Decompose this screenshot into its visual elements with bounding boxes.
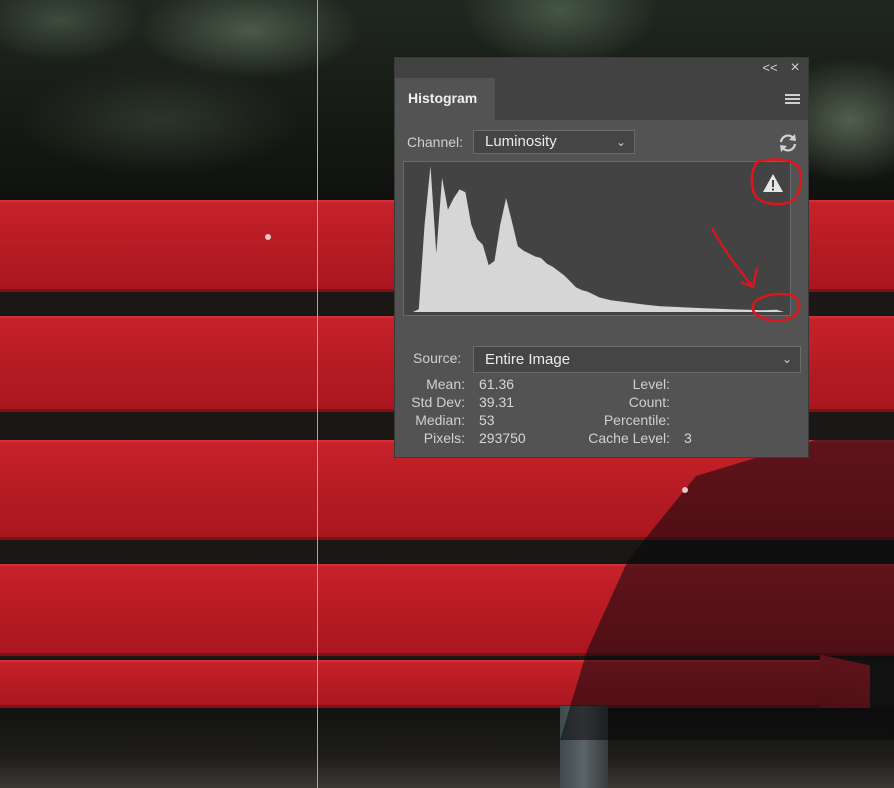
pixels-value: 293750 [479,430,526,446]
channel-dropdown[interactable]: Luminosity ⌄ [473,130,635,154]
refresh-icon[interactable] [777,132,799,154]
median-value: 53 [479,412,495,428]
double-chevron-left-icon[interactable]: << [761,59,779,77]
histogram-panel[interactable]: << × Histogram Channel: Luminosity ⌄ Sou… [394,57,809,458]
hamburger-menu-icon[interactable] [785,94,800,105]
cache-level-label: Cache Level: [588,430,670,446]
histogram-area [413,166,784,312]
channel-value: Luminosity [485,133,557,150]
mean-label: Mean: [426,376,465,392]
std-dev-value: 39.31 [479,394,515,410]
source-value: Entire Image [485,351,571,368]
cache-level-value: 3 [684,430,692,446]
chevron-down-icon: ⌄ [615,135,626,149]
paint-spot [682,487,688,493]
count-label: Count: [628,394,670,410]
mean-value: 61.36 [479,376,515,392]
median-label: Median: [415,412,465,428]
histogram-graph [403,161,791,316]
channel-label: Channel: [407,134,464,150]
panel-tab-row: Histogram [395,78,808,120]
level-label: Level: [632,376,670,392]
close-icon[interactable]: × [786,59,804,77]
paint-spot [265,234,271,240]
vertical-guide-line[interactable] [317,0,318,788]
std-dev-label: Std Dev: [411,394,465,410]
source-label: Source: [413,350,462,366]
source-dropdown[interactable]: Entire Image ⌄ [473,346,801,373]
percentile-label: Percentile: [603,412,670,428]
warning-icon[interactable] [762,172,784,194]
histogram-svg [413,166,784,312]
tab-histogram[interactable]: Histogram [395,78,495,120]
panel-titlebar[interactable]: << × [395,58,808,78]
chevron-down-icon: ⌄ [781,352,792,366]
pixels-label: Pixels: [423,430,465,446]
